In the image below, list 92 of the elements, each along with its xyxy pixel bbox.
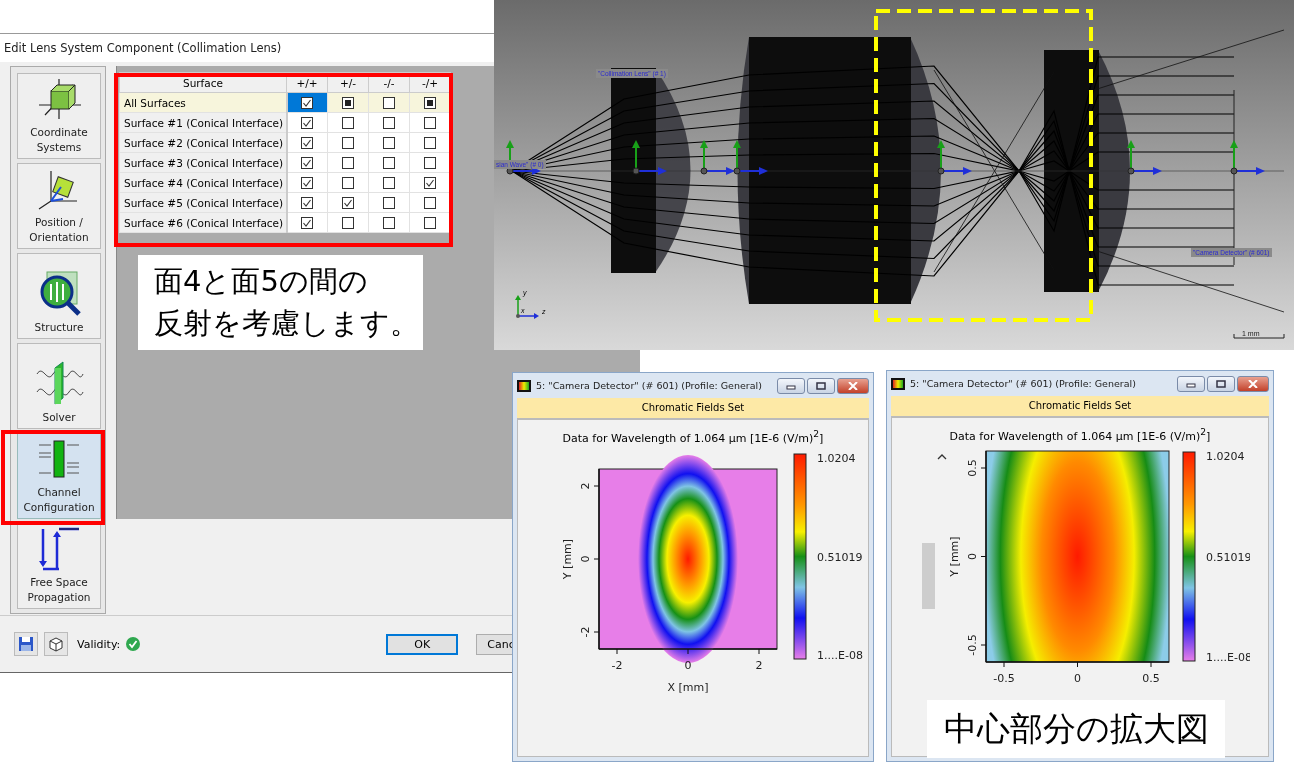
checkbox[interactable]	[383, 177, 395, 189]
checkbox[interactable]	[383, 157, 395, 169]
axis-label: X [mm]	[667, 681, 709, 694]
checkbox[interactable]	[383, 97, 395, 109]
scale-label: 0.51019	[1206, 550, 1250, 564]
checkbox[interactable]	[342, 97, 354, 109]
app-icon	[891, 377, 905, 390]
checkbox[interactable]	[301, 217, 314, 229]
checkbox[interactable]	[301, 157, 314, 169]
scale-label: 1.0204	[1206, 450, 1245, 463]
checkbox[interactable]	[424, 117, 436, 129]
checkbox[interactable]	[383, 197, 395, 209]
checkbox[interactable]	[424, 197, 436, 209]
row-header: Surface #2 (Conical Interface)	[119, 132, 287, 153]
tick-label: 0.5	[1142, 672, 1160, 685]
row-header: Surface #6 (Conical Interface)	[119, 212, 287, 233]
tick-label: 0.5	[966, 459, 979, 477]
minimize-button[interactable]	[1177, 375, 1205, 392]
tick-label: -0.5	[993, 672, 1015, 685]
checkbox[interactable]	[383, 117, 395, 129]
tick-label: 0	[1074, 672, 1081, 685]
checkbox[interactable]	[301, 117, 314, 129]
checkbox[interactable]	[383, 217, 395, 229]
scale-bar	[1233, 333, 1285, 339]
close-icon	[1248, 379, 1258, 388]
tick-label: 2	[755, 659, 763, 672]
sidebar-item[interactable]: Structure	[17, 253, 101, 339]
ok-button[interactable]: OK	[386, 633, 459, 655]
tick-label: 0	[684, 659, 692, 672]
checkbox[interactable]	[342, 217, 354, 229]
row-header: Surface #5 (Conical Interface)	[119, 192, 287, 213]
scrollbar-thumb[interactable]	[922, 543, 935, 609]
checkbox[interactable]	[424, 97, 436, 109]
tick-label: -2	[579, 626, 592, 638]
axis-triad-icon	[515, 295, 539, 319]
tab-label[interactable]: Chromatic Fields Set	[891, 396, 1269, 417]
annotation-text: 面4と面5の間の	[154, 263, 368, 300]
checkbox[interactable]	[342, 137, 354, 149]
row-header: All Surfaces	[119, 92, 287, 113]
sidebar-item[interactable]: Solver	[17, 343, 101, 429]
cube-icon	[47, 635, 65, 653]
checkbox[interactable]	[342, 117, 354, 129]
plot-title: Data for Wavelength of 1.064 µm [1E-6 (V/m)$^{2}$]	[949, 426, 1211, 442]
scale-label: 0.51019	[817, 550, 863, 564]
checkbox[interactable]	[383, 137, 395, 149]
row-header: Surface #4 (Conical Interface)	[119, 172, 287, 193]
checkbox[interactable]	[301, 97, 314, 109]
plot-title: Data for Wavelength of 1.064 µm [1E-6 (V/m)$^{2}$]	[562, 428, 824, 444]
tick-label: -0.5	[966, 634, 979, 656]
annotation-text: 反射を考慮します。	[154, 305, 419, 342]
tick-label: 0	[966, 553, 979, 560]
validity-label: Validity:	[77, 637, 121, 651]
checkbox[interactable]	[301, 197, 314, 209]
checkbox[interactable]	[424, 157, 436, 169]
3d-view-button[interactable]	[44, 632, 68, 656]
scale-label: 1....E-08	[817, 649, 863, 662]
minimize-button[interactable]	[777, 377, 805, 394]
close-button[interactable]	[837, 377, 869, 394]
checkbox[interactable]	[342, 197, 354, 209]
maximize-icon	[816, 381, 826, 390]
checkbox[interactable]	[301, 137, 314, 149]
sidebar-item[interactable]: Channel Configuration	[17, 433, 101, 519]
maximize-button[interactable]	[807, 377, 835, 394]
maximize-button[interactable]	[1207, 375, 1235, 392]
axis-label: Y [mm]	[561, 538, 574, 580]
scale-label: 1.0204	[817, 452, 856, 465]
checkbox[interactable]	[424, 217, 436, 229]
maximize-icon	[1216, 379, 1226, 388]
axis-label: Y [mm]	[948, 536, 961, 577]
tab-label[interactable]: Chromatic Fields Set	[517, 398, 869, 419]
checkbox[interactable]	[301, 177, 314, 189]
tick-label: -2	[611, 659, 623, 672]
save-button[interactable]	[14, 632, 38, 656]
app-icon	[517, 379, 531, 392]
window-title: 5: "Camera Detector" (# 601) (Profile: General)	[536, 380, 762, 391]
sidebar-item[interactable]: Coordinate Systems	[17, 73, 101, 159]
tick-label: 0	[579, 555, 592, 563]
checkbox[interactable]	[342, 177, 354, 189]
checkbox[interactable]	[424, 137, 436, 149]
window-title: 5: "Camera Detector" (# 601) (Profile: General)	[910, 378, 1136, 389]
checkbox[interactable]	[342, 157, 354, 169]
tick-label: 2	[579, 482, 592, 490]
checkbox[interactable]	[424, 177, 436, 189]
row-header: Surface #3 (Conical Interface)	[119, 152, 287, 173]
scroll-up-icon[interactable]	[937, 454, 947, 460]
close-button[interactable]	[1237, 375, 1269, 392]
row-header: Surface #1 (Conical Interface)	[119, 112, 287, 133]
sidebar-item[interactable]: Position / Orientation	[17, 163, 101, 249]
save-icon	[18, 636, 34, 652]
sidebar-item[interactable]: Free Space Propagation	[17, 523, 101, 609]
annotation-text: 中心部分の拡大図	[927, 700, 1225, 758]
close-icon	[848, 381, 858, 390]
